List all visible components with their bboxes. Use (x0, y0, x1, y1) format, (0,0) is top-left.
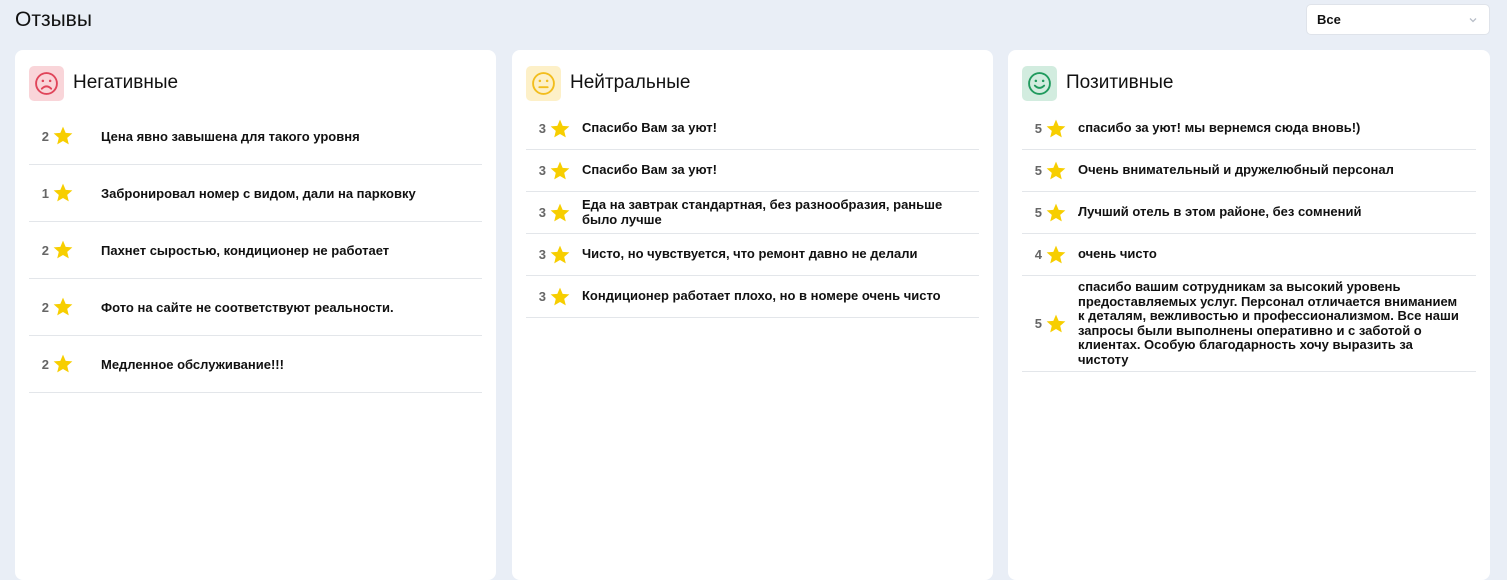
review-row[interactable]: 5 спасибо вашим сотрудникам за высокий ур… (1022, 276, 1476, 372)
review-text: Забронировал номер с видом, дали на парк… (101, 185, 416, 201)
review-text: Цена явно завышена для такого уровня (101, 128, 360, 144)
review-text: Еда на завтрак стандартная, без разнообр… (582, 197, 943, 227)
review-text: Кондиционер работает плохо, но в номере … (582, 288, 941, 304)
review-text: Спасибо Вам за уют! (582, 120, 717, 136)
review-text: Очень внимательный и дружелюбный персона… (1078, 162, 1394, 178)
review-text: Лучший отель в этом районе, без сомнений (1078, 204, 1362, 220)
review-row[interactable]: 2 Фото на сайте не соответствуют реальнос… (29, 279, 482, 336)
review-row[interactable]: 3 Еда на завтрак стандартная, без разнооб… (526, 192, 979, 234)
review-rating: 3 (538, 163, 546, 178)
review-row[interactable]: 3 Спасибо Вам за уют! (526, 150, 979, 192)
review-rating: 3 (538, 247, 546, 262)
star-icon (549, 286, 571, 308)
star-icon (1045, 313, 1067, 335)
star-icon (52, 239, 74, 261)
review-row[interactable]: 2 Пахнет сыростью, кондиционер не работае… (29, 222, 482, 279)
review-row[interactable]: 3 Спасибо Вам за уют! (526, 108, 979, 150)
review-rating: 5 (1034, 205, 1042, 220)
star-icon (1045, 118, 1067, 140)
happy-face-icon (1022, 65, 1057, 101)
negative-reviews-panel: Негативные 2 Цена явно завышена для таког… (15, 50, 496, 580)
panel-title: Негативные (73, 72, 179, 93)
panel-title: Позитивные (1066, 72, 1174, 93)
review-list: 5 спасибо за уют! мы вернемся сюда вновь!… (1022, 108, 1476, 372)
review-list: 2 Цена явно завышена для такого уровня 1 За… (29, 108, 482, 393)
positive-reviews-panel: Позитивные 5 спасибо за уют! мы вернемся … (1008, 50, 1490, 580)
review-row[interactable]: 4 очень чисто (1022, 234, 1476, 276)
review-text: Пахнет сыростью, кондиционер не работает (101, 242, 390, 258)
review-rating: 1 (41, 185, 49, 201)
review-row[interactable]: 2 Медленное обслуживание!!! (29, 336, 482, 393)
review-rating: 5 (1034, 121, 1042, 136)
review-text: Чисто, но чувствуется, что ремонт давно … (582, 246, 918, 262)
star-icon (549, 244, 571, 266)
chevron-down-icon (1467, 14, 1479, 26)
review-row[interactable]: 5 Очень внимательный и дружелюбный персон… (1022, 150, 1476, 192)
panel-header: Позитивные (1022, 65, 1476, 101)
review-text: Фото на сайте не соответствуют реальност… (101, 299, 394, 315)
star-icon (549, 118, 571, 140)
panel-header: Негативные (29, 65, 482, 101)
star-icon (52, 296, 74, 318)
review-row[interactable]: 3 Кондиционер работает плохо, но в номере… (526, 276, 979, 318)
review-text: спасибо за уют! мы вернемся сюда вновь!) (1078, 120, 1361, 136)
review-list: 3 Спасибо Вам за уют! 3 Спасибо Вам за уют!… (526, 108, 979, 318)
review-text: Медленное обслуживание!!! (101, 356, 284, 372)
review-row[interactable]: 5 Лучший отель в этом районе, без сомнени… (1022, 192, 1476, 234)
star-icon (1045, 244, 1067, 266)
sentiment-filter-select[interactable]: Все (1306, 4, 1490, 35)
page-title: Отзывы (15, 8, 92, 31)
panel-header: Нейтральные (526, 65, 979, 101)
filter-selected-value: Все (1317, 12, 1341, 27)
review-rating: 2 (41, 356, 49, 372)
review-row[interactable]: 3 Чисто, но чувствуется, что ремонт давно… (526, 234, 979, 276)
review-rating: 2 (41, 299, 49, 315)
review-row[interactable]: 1 Забронировал номер с видом, дали на пар… (29, 165, 482, 222)
neutral-reviews-panel: Нейтральные 3 Спасибо Вам за уют! 3 Спасибо… (512, 50, 993, 580)
review-rating: 5 (1034, 316, 1042, 331)
review-rating: 3 (538, 289, 546, 304)
review-row[interactable]: 2 Цена явно завышена для такого уровня (29, 108, 482, 165)
review-rating: 2 (41, 242, 49, 258)
star-icon (52, 353, 74, 375)
review-row[interactable]: 5 спасибо за уют! мы вернемся сюда вновь!… (1022, 108, 1476, 150)
review-rating: 4 (1034, 247, 1042, 262)
panel-title: Нейтральные (570, 72, 691, 93)
neutral-face-icon (526, 65, 561, 101)
star-icon (549, 202, 571, 224)
review-text: Спасибо Вам за уют! (582, 162, 717, 178)
star-icon (1045, 202, 1067, 224)
sad-face-icon (29, 65, 64, 101)
star-icon (1045, 160, 1067, 182)
review-rating: 3 (538, 205, 546, 220)
review-rating: 3 (538, 121, 546, 136)
review-text: очень чисто (1078, 246, 1157, 262)
review-rating: 2 (41, 128, 49, 144)
review-text: спасибо вашим сотрудникам за высокий уро… (1078, 279, 1459, 367)
star-icon (549, 160, 571, 182)
star-icon (52, 182, 74, 204)
star-icon (52, 125, 74, 147)
review-rating: 5 (1034, 163, 1042, 178)
